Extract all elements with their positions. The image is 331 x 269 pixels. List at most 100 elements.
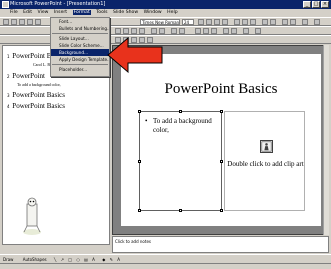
bullets-icon[interactable] bbox=[262, 19, 268, 25]
demote-icon[interactable] bbox=[123, 28, 129, 34]
clipart-placeholder[interactable]: Double click to add clip art bbox=[224, 111, 305, 211]
bullet-text: To add a background color, bbox=[153, 117, 212, 134]
clipart-icon[interactable] bbox=[260, 140, 273, 153]
line-color-icon[interactable]: ✎ bbox=[110, 257, 113, 262]
menu-item-placeholder[interactable]: Placeholder... bbox=[51, 66, 109, 73]
autoshapes-button[interactable]: AutoShapes bbox=[23, 257, 47, 262]
resize-handle[interactable] bbox=[138, 209, 141, 212]
outline-slide-4[interactable]: 4 PowerPoint Basics bbox=[7, 102, 65, 110]
animation-icon[interactable] bbox=[302, 19, 308, 25]
menu-tools[interactable]: Tools bbox=[96, 10, 107, 15]
draw-menu-button[interactable]: Draw bbox=[3, 257, 13, 262]
design-icon[interactable] bbox=[211, 28, 217, 34]
save-icon[interactable] bbox=[19, 19, 25, 25]
align-center-icon[interactable] bbox=[242, 19, 248, 25]
align-left-icon[interactable] bbox=[234, 19, 240, 25]
rectangle-tool-icon[interactable]: □ bbox=[68, 257, 72, 262]
numbering-icon[interactable] bbox=[270, 19, 276, 25]
open-icon[interactable] bbox=[11, 19, 17, 25]
slide-number: 1 bbox=[7, 54, 10, 59]
print-icon[interactable] bbox=[27, 19, 33, 25]
powerpoint-app-icon[interactable] bbox=[2, 1, 9, 8]
italic-icon[interactable] bbox=[206, 19, 212, 25]
bullet-item[interactable]: • To add a background color, bbox=[145, 117, 219, 135]
minimize-button[interactable]: _ bbox=[303, 1, 311, 8]
fill-color-icon[interactable]: ◆ bbox=[102, 257, 105, 262]
underline-icon[interactable] bbox=[214, 19, 220, 25]
move-down-icon[interactable] bbox=[139, 28, 145, 34]
line-tool-icon[interactable]: ╲ bbox=[54, 257, 56, 262]
new-icon[interactable] bbox=[3, 19, 9, 25]
font-color-icon[interactable]: A bbox=[117, 257, 120, 262]
close-button[interactable]: × bbox=[321, 1, 329, 8]
slide-number: 4 bbox=[7, 104, 10, 109]
wordart-tool-icon[interactable]: A bbox=[92, 257, 95, 262]
slide-number: 3 bbox=[7, 93, 10, 98]
expand-icon[interactable] bbox=[159, 28, 165, 34]
chart-icon[interactable] bbox=[231, 28, 237, 34]
show-formatting-icon[interactable] bbox=[179, 28, 185, 34]
align-right-icon[interactable] bbox=[250, 19, 256, 25]
decrease-font-icon[interactable] bbox=[290, 19, 296, 25]
resize-handle[interactable] bbox=[220, 160, 223, 163]
increase-font-icon[interactable] bbox=[282, 19, 288, 25]
font-size-select[interactable]: 24 bbox=[182, 19, 194, 25]
table-icon[interactable] bbox=[223, 28, 229, 34]
text-placeholder[interactable]: • To add a background color, bbox=[138, 110, 223, 212]
slide-layout-icon[interactable] bbox=[203, 28, 209, 34]
promote-icon[interactable] bbox=[115, 28, 121, 34]
resize-handle[interactable] bbox=[138, 160, 141, 163]
bold-icon[interactable] bbox=[198, 19, 204, 25]
collapse-icon[interactable] bbox=[151, 28, 157, 34]
bullet-dot-icon: • bbox=[145, 117, 148, 125]
menu-item-apply-design[interactable]: Apply Design Template... bbox=[51, 56, 109, 63]
outline-slide-2[interactable]: 2 PowerPoint bbox=[7, 72, 45, 80]
textbox-tool-icon[interactable]: ▤ bbox=[84, 257, 88, 262]
outline-bullet[interactable]: To add a background color, bbox=[17, 82, 61, 87]
office-assistant-icon[interactable] bbox=[21, 196, 43, 236]
menu-file[interactable]: File bbox=[10, 10, 18, 15]
notes-pane[interactable]: Click to add notes bbox=[112, 236, 329, 253]
status-bar bbox=[0, 263, 331, 269]
format-menu-dropdown: Font... Bullets and Numbering... Slide L… bbox=[50, 17, 110, 77]
resize-handle[interactable] bbox=[220, 209, 223, 212]
hyperlink-icon[interactable] bbox=[243, 28, 249, 34]
slide-title[interactable]: PowerPoint Basics bbox=[121, 81, 321, 98]
resize-handle[interactable] bbox=[138, 110, 141, 113]
menu-help[interactable]: Help bbox=[167, 10, 177, 15]
menu-item-slide-color-scheme[interactable]: Slide Color Scheme... bbox=[51, 42, 109, 49]
title-bar: Microsoft PowerPoint - [Presentation1] _… bbox=[0, 0, 331, 9]
maximize-button[interactable]: □ bbox=[312, 1, 320, 8]
vertical-scrollbar[interactable] bbox=[323, 45, 329, 235]
summary-slide-icon[interactable] bbox=[171, 28, 177, 34]
menu-item-background[interactable]: Background... bbox=[51, 49, 109, 56]
menu-item-slide-layout[interactable]: Slide Layout... bbox=[51, 35, 109, 42]
oval-tool-icon[interactable]: ○ bbox=[76, 257, 80, 262]
menu-item-font[interactable]: Font... bbox=[51, 18, 109, 25]
menu-insert[interactable]: Insert bbox=[54, 10, 67, 15]
clipart-label: Double click to add clip art bbox=[227, 160, 304, 168]
grayscale-icon[interactable] bbox=[255, 28, 261, 34]
spelling-icon[interactable] bbox=[35, 19, 41, 25]
new-slide-icon[interactable] bbox=[195, 28, 201, 34]
outline-slide-title: PowerPoint Basics bbox=[12, 102, 65, 110]
menu-edit[interactable]: Edit bbox=[23, 10, 32, 15]
slide-number: 2 bbox=[7, 74, 10, 79]
menu-item-bullets-numbering[interactable]: Bullets and Numbering... bbox=[51, 25, 109, 32]
font-name-select[interactable]: Times New Roman bbox=[140, 19, 180, 25]
move-up-icon[interactable] bbox=[131, 28, 137, 34]
resize-handle[interactable] bbox=[179, 209, 182, 212]
zoom-icon[interactable] bbox=[314, 19, 320, 25]
menu-format[interactable]: Format bbox=[72, 10, 91, 15]
red-arrow-pointer-icon bbox=[107, 36, 163, 74]
menu-window[interactable]: Window bbox=[144, 10, 162, 15]
shadow-icon[interactable] bbox=[222, 19, 228, 25]
arrow-tool-icon[interactable]: ↗ bbox=[61, 257, 64, 262]
resize-handle[interactable] bbox=[220, 110, 223, 113]
menu-view[interactable]: View bbox=[38, 10, 49, 15]
resize-handle[interactable] bbox=[179, 110, 182, 113]
window-title: Microsoft PowerPoint - [Presentation1] bbox=[10, 1, 106, 7]
outline-slide-3[interactable]: 3 PowerPoint Basics bbox=[7, 91, 65, 99]
slide-canvas[interactable]: PowerPoint Basics • To add a background … bbox=[121, 54, 321, 226]
menu-slide-show[interactable]: Slide Show bbox=[113, 10, 138, 15]
